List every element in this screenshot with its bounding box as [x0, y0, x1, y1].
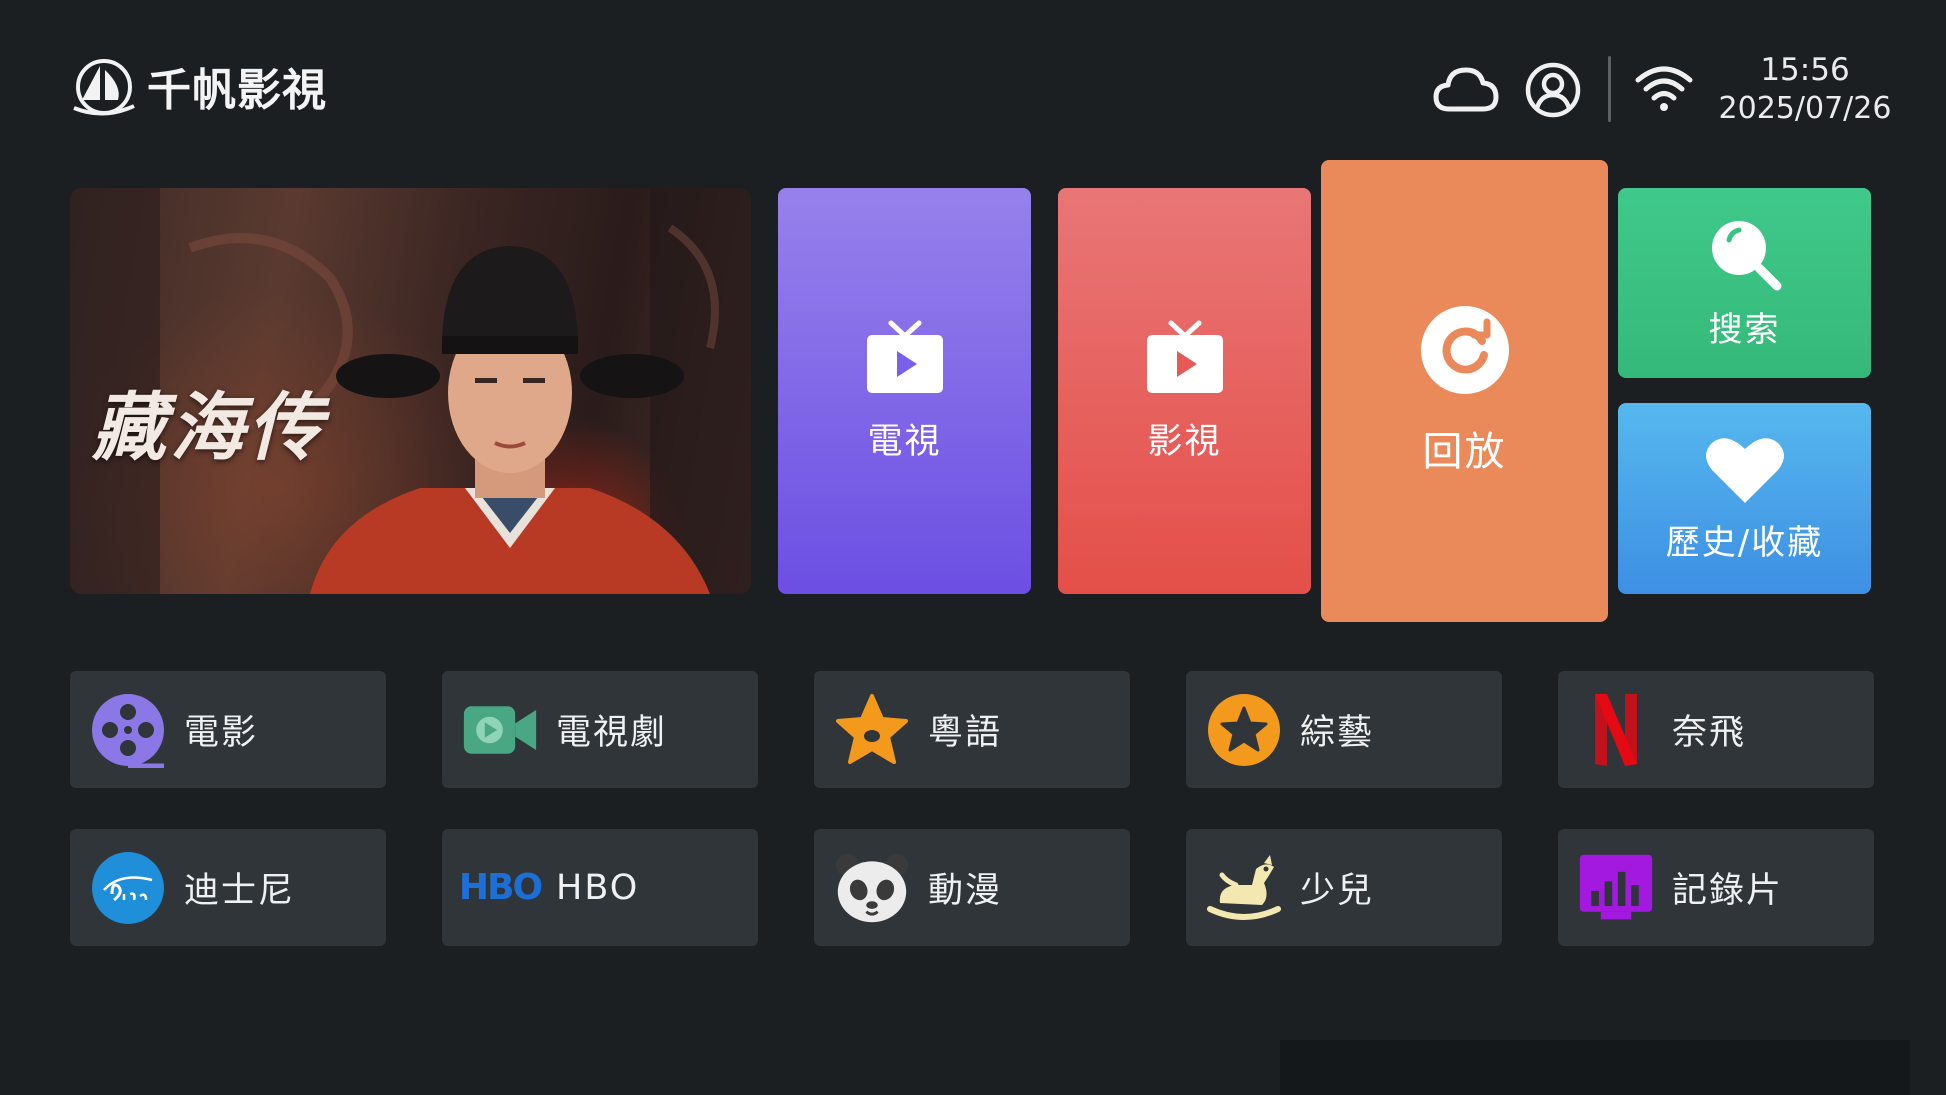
category-label: 電影: [184, 713, 259, 753]
rocking-horse-icon: [1206, 850, 1282, 926]
category-variety[interactable]: 綜藝: [1186, 671, 1502, 788]
tile-history[interactable]: 歷史/收藏: [1618, 403, 1871, 594]
hbo-logo-text: HBO: [458, 867, 543, 908]
banner-title: 藏海传: [92, 385, 326, 471]
tile-tv[interactable]: 電視: [778, 188, 1031, 594]
netflix-icon: [1578, 692, 1654, 768]
tile-history-label: 歷史/收藏: [1665, 523, 1824, 563]
app-logo-icon: [70, 56, 138, 122]
bar-chart-icon: [1578, 850, 1654, 926]
category-label: 奈飛: [1672, 713, 1747, 753]
category-netflix[interactable]: 奈飛: [1558, 671, 1874, 788]
header-divider: [1608, 56, 1611, 122]
category-label: 電視劇: [556, 713, 668, 753]
category-disney[interactable]: 迪士尼: [70, 829, 386, 946]
featured-banner[interactable]: 藏海传: [70, 188, 751, 594]
category-cantonese[interactable]: 粵語: [814, 671, 1130, 788]
tile-search-label: 搜索: [1708, 309, 1781, 350]
wifi-icon: [1634, 62, 1694, 114]
app-title: 千帆影視: [147, 65, 327, 116]
clock: 15:56 2025/07/26: [1705, 50, 1905, 128]
category-label: 動漫: [928, 871, 1003, 911]
hbo-icon: HBO: [458, 850, 543, 926]
search-icon: [1711, 220, 1781, 290]
tile-tv-label: 電視: [867, 421, 942, 462]
category-label: 迪士尼: [184, 871, 296, 911]
category-movies[interactable]: 電影: [70, 671, 386, 788]
category-anime[interactable]: 動漫: [814, 829, 1130, 946]
panda-icon: [834, 850, 910, 926]
category-hbo[interactable]: HBO HBO: [442, 829, 758, 946]
category-tv-series[interactable]: 電視劇: [442, 671, 758, 788]
cloud-icon[interactable]: [1432, 64, 1500, 114]
category-label: 記錄片: [1672, 871, 1784, 911]
tile-replay-label: 回放: [1422, 429, 1507, 475]
star-circle-icon: [1206, 692, 1282, 768]
category-label: 少兒: [1300, 871, 1375, 911]
star-icon: [834, 692, 910, 768]
clock-time: 15:56: [1760, 52, 1850, 88]
category-label: 綜藝: [1300, 713, 1375, 753]
tile-search[interactable]: 搜索: [1618, 188, 1871, 378]
category-label: 粵語: [928, 713, 1003, 753]
disney-icon: [90, 850, 166, 926]
category-documentary[interactable]: 記錄片: [1558, 829, 1874, 946]
tile-movie-label: 影視: [1147, 421, 1222, 462]
category-kids[interactable]: 少兒: [1186, 829, 1502, 946]
tile-replay[interactable]: 回放: [1321, 160, 1608, 622]
user-account-icon[interactable]: [1524, 61, 1582, 119]
film-reel-icon: [90, 692, 166, 768]
replay-icon: [1420, 306, 1509, 394]
tv-play-icon: [1146, 320, 1223, 393]
clock-date: 2025/07/26: [1718, 91, 1892, 126]
bottom-overlay: [1280, 1040, 1910, 1095]
video-camera-icon: [462, 692, 538, 768]
category-label: HBO: [556, 867, 640, 908]
heart-icon: [1705, 438, 1784, 503]
tv-icon: [866, 320, 943, 393]
tile-movie[interactable]: 影視: [1058, 188, 1311, 594]
